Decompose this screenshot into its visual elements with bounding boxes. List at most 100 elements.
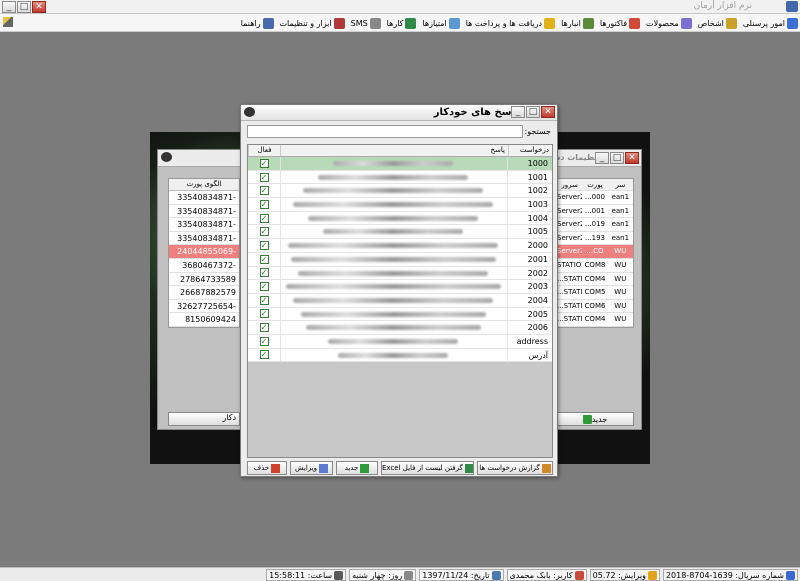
table-row[interactable]: 8150609424: [169, 313, 239, 327]
request-cell: 2001: [527, 254, 548, 264]
table-row[interactable]: 1000 ✓: [248, 157, 552, 171]
maximize-button[interactable]: □: [610, 152, 624, 164]
menu-item[interactable]: ابزار و تنظیمات: [280, 16, 345, 30]
settings-left-button[interactable]: دکار: [168, 412, 240, 426]
table-row[interactable]: آدرس ✓: [248, 348, 552, 363]
column-header-answer[interactable]: پاسخ: [280, 145, 508, 156]
minimize-button[interactable]: _: [595, 152, 609, 164]
table-row[interactable]: 2002 ✓: [248, 266, 552, 281]
active-checkbox[interactable]: ✓: [259, 199, 269, 209]
table-row[interactable]: 33540834871-: [169, 232, 239, 246]
active-checkbox[interactable]: ✓: [259, 350, 269, 360]
table-row[interactable]: Server2 ...193 ean1: [557, 232, 633, 246]
table-row[interactable]: STATIONCOM8 WU: [557, 259, 633, 273]
close-button[interactable]: ✕: [32, 1, 46, 13]
active-checkbox[interactable]: ✓: [259, 213, 269, 223]
table-cell: ...019: [584, 220, 606, 229]
table-row[interactable]: 1003 ✓: [248, 198, 552, 212]
table-row[interactable]: ...STATI COM4 WU: [557, 273, 633, 287]
column-header-request[interactable]: درخواست: [508, 145, 552, 156]
search-input[interactable]: [247, 125, 523, 138]
menu-item[interactable]: SMS: [351, 16, 381, 30]
active-checkbox[interactable]: ✓: [259, 268, 269, 278]
active-checkbox[interactable]: ✓: [259, 282, 269, 292]
report-button[interactable]: گزارش درخواست ها: [477, 461, 553, 475]
table-row[interactable]: 24044855069-: [169, 245, 239, 259]
menu-item-label: امور پرسنلی: [742, 18, 785, 28]
menu-item[interactable]: کارها: [387, 16, 417, 30]
table-row[interactable]: 33540834871-: [169, 205, 239, 219]
status-item-label: تاریخ: 1397/11/24: [422, 570, 490, 580]
table-row[interactable]: Server2 ...019 ean1: [557, 218, 633, 232]
table-row[interactable]: 32627725654-: [169, 300, 239, 314]
table-row[interactable]: 1001 ✓: [248, 170, 552, 185]
active-cell: ✓: [248, 294, 280, 307]
excel-import-button[interactable]: گرفتن لیست از فایل Excel: [381, 461, 474, 475]
window-controls: _ □ ✕: [2, 1, 46, 13]
answer-cell: [280, 334, 508, 348]
table-row[interactable]: 27864733589: [169, 273, 239, 287]
responses-grid: درخواست پاسخ فعال 1000 ✓ 1001 ✓ 1002 ✓ 1003 ✓ 10…: [247, 144, 553, 458]
active-checkbox[interactable]: ✓: [259, 295, 269, 305]
active-checkbox[interactable]: ✓: [259, 336, 269, 346]
active-checkbox[interactable]: ✓: [259, 240, 269, 250]
active-cell: ✓: [248, 335, 280, 348]
table-row[interactable]: address ✓: [248, 334, 552, 349]
table-cell: ean1: [611, 193, 630, 201]
column-header-active[interactable]: فعال: [248, 145, 280, 156]
active-checkbox[interactable]: ✓: [259, 254, 269, 264]
table-row[interactable]: 33540834871-: [169, 218, 239, 232]
table-row[interactable]: 2006 ✓: [248, 321, 552, 335]
table-row[interactable]: 33540834871-: [169, 191, 239, 205]
table-row[interactable]: Server2 ...000 ean1: [557, 191, 633, 205]
redacted-text: [293, 297, 493, 303]
redacted-text: [308, 215, 478, 221]
table-row[interactable]: 2001 ✓: [248, 252, 552, 267]
settings-new-button[interactable]: جدید: [556, 412, 634, 426]
menu-item[interactable]: انبارها: [561, 16, 594, 30]
table-row[interactable]: 2005 ✓: [248, 307, 552, 322]
active-checkbox[interactable]: ✓: [259, 172, 269, 182]
active-checkbox[interactable]: ✓: [259, 323, 269, 333]
table-row[interactable]: 26687882579: [169, 286, 239, 300]
table-row[interactable]: 1002 ✓: [248, 184, 552, 199]
delete-button[interactable]: حذف: [247, 461, 287, 475]
redacted-text: [338, 352, 448, 358]
close-button[interactable]: ✕: [541, 106, 555, 118]
table-row[interactable]: ...STATI COM6 WU: [557, 300, 633, 314]
new-button[interactable]: جدید: [336, 461, 378, 475]
menu-item[interactable]: امور پرسنلی: [743, 16, 798, 30]
table-row[interactable]: 3680467372-: [169, 259, 239, 273]
pencil-icon[interactable]: [3, 17, 13, 27]
table-row[interactable]: ...STATI COM5 WU: [557, 286, 633, 300]
table-row[interactable]: 2004 ✓: [248, 293, 552, 308]
status-item-label: ساعت: 15:58:11: [269, 570, 333, 580]
table-row[interactable]: 2000 ✓: [248, 239, 552, 253]
table-row[interactable]: Server2 ...CO WU: [557, 245, 633, 259]
table-row[interactable]: 1004 ✓: [248, 211, 552, 226]
close-button[interactable]: ✕: [625, 152, 639, 164]
answer-cell: [280, 348, 508, 362]
table-row[interactable]: ...STATI COM4 WU: [557, 313, 633, 327]
menu-item[interactable]: اشخاص: [698, 16, 737, 30]
active-checkbox[interactable]: ✓: [259, 309, 269, 319]
table-row[interactable]: 1005 ✓: [248, 225, 552, 240]
table-row[interactable]: Server2 ...001 ean1: [557, 205, 633, 219]
menu-item[interactable]: محصولات: [646, 16, 692, 30]
maximize-button[interactable]: □: [526, 106, 540, 118]
maximize-button[interactable]: □: [17, 1, 31, 13]
minimize-button[interactable]: _: [511, 106, 525, 118]
active-checkbox[interactable]: ✓: [259, 158, 269, 168]
plus-icon: [582, 414, 592, 424]
minimize-button[interactable]: _: [2, 1, 16, 13]
menu-item[interactable]: راهنما: [241, 16, 274, 30]
menu-item[interactable]: فاکتورها: [600, 16, 641, 30]
active-checkbox[interactable]: ✓: [259, 227, 269, 237]
answer-cell: [280, 280, 508, 293]
invoices-icon: [629, 17, 641, 29]
active-checkbox[interactable]: ✓: [259, 186, 269, 196]
menu-item[interactable]: امتیازها: [422, 16, 460, 30]
table-row[interactable]: 2003 ✓: [248, 280, 552, 294]
edit-button[interactable]: ویرایش: [290, 461, 333, 475]
menu-item[interactable]: دریافت ها و پرداخت ها: [466, 16, 556, 30]
